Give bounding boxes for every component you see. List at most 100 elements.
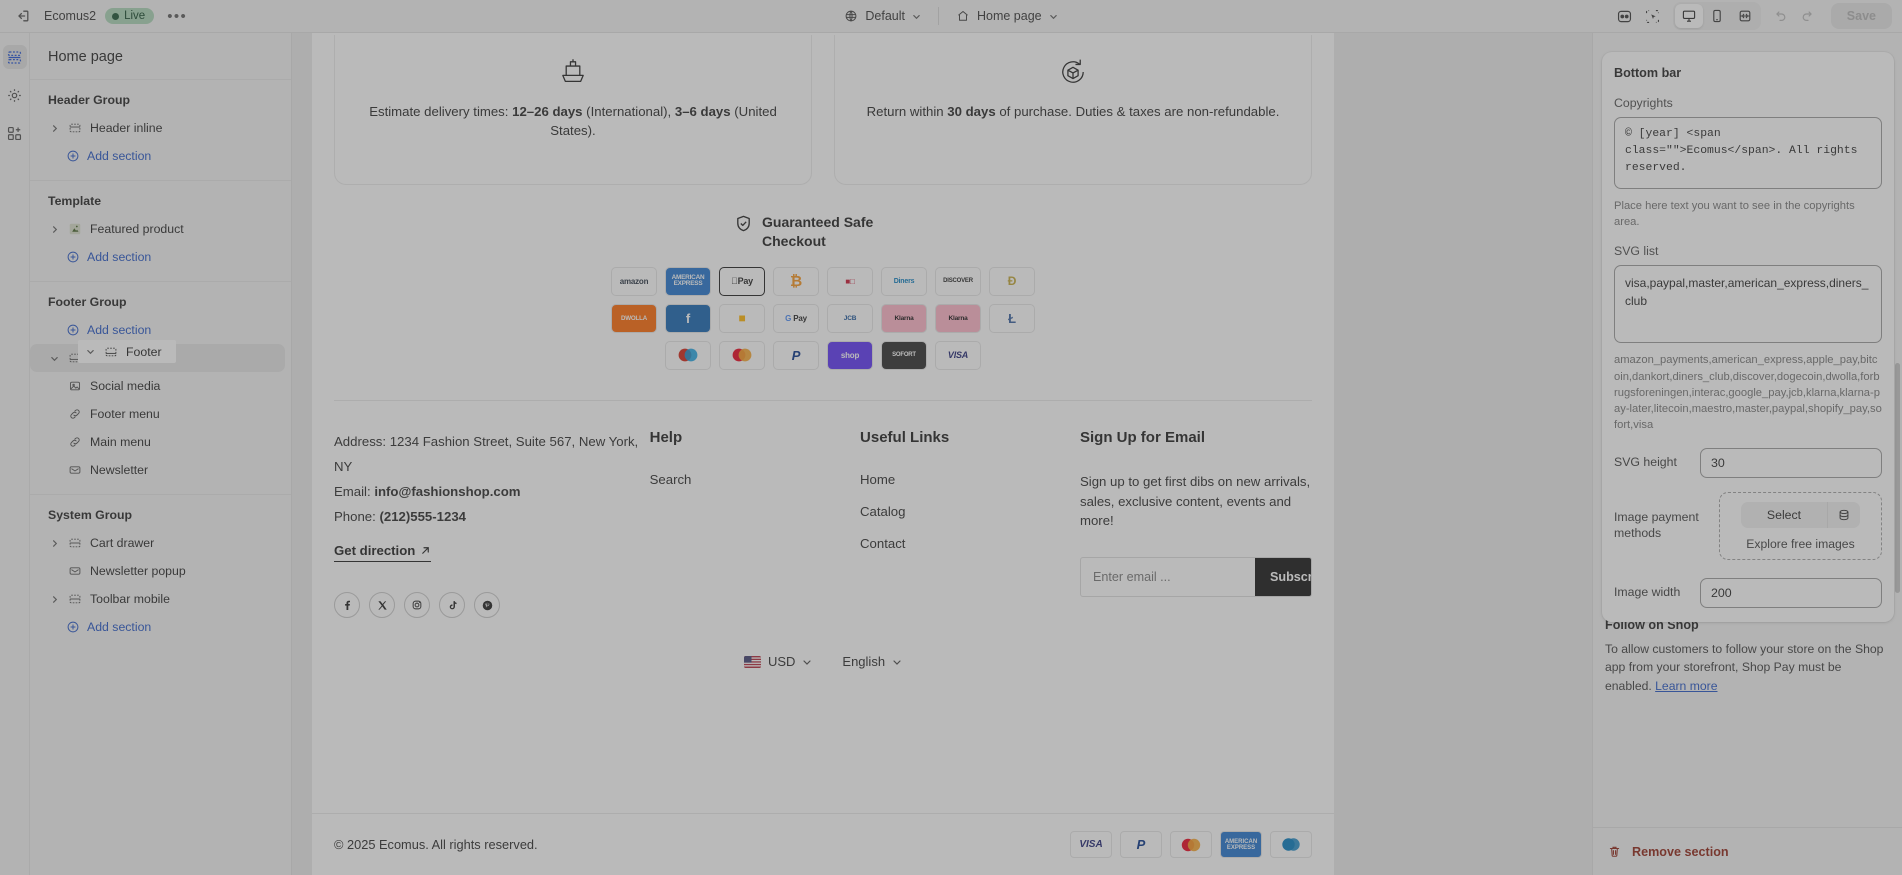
sidebar-item-main-menu[interactable]: Main menu xyxy=(30,428,285,456)
sections-icon[interactable] xyxy=(2,45,27,69)
chevron-down-icon[interactable] xyxy=(48,354,60,363)
payment-google-pay: G Pay xyxy=(773,303,819,333)
plus-circle-icon xyxy=(66,250,80,264)
shield-icon xyxy=(734,214,753,233)
desktop-icon[interactable] xyxy=(1674,4,1703,28)
add-section-label: Add section xyxy=(87,149,152,163)
policy-card-shipping: Estimate delivery times: 12–26 days (Int… xyxy=(334,35,812,185)
learn-more-link[interactable]: Learn more xyxy=(1655,679,1717,693)
select-image-button[interactable]: Select xyxy=(1740,501,1828,528)
sidebar-item-label: Cart drawer xyxy=(90,536,155,550)
payment-maestro xyxy=(665,340,711,370)
topbar-divider xyxy=(937,7,939,25)
ship-icon xyxy=(361,55,785,89)
add-section-button-header[interactable]: Add section xyxy=(30,142,291,170)
language-label: English xyxy=(842,654,886,670)
undo-icon[interactable] xyxy=(1768,4,1793,29)
panel-scrollbar[interactable] xyxy=(1895,363,1900,593)
footer-col-title: Help xyxy=(649,428,683,446)
storefront-bottom-bar: © 2025 Ecomus. All rights reserved. VISA… xyxy=(312,813,1334,875)
image-dropzone[interactable]: Select Explore free images xyxy=(1719,491,1882,560)
copyrights-textarea[interactable] xyxy=(1614,117,1882,189)
page-selector[interactable]: Home page xyxy=(947,5,1067,27)
sidebar-item-cart-drawer[interactable]: Cart drawer xyxy=(30,529,285,557)
chevron-right-icon[interactable] xyxy=(48,124,60,133)
fullscreen-icon[interactable] xyxy=(1731,4,1759,28)
follow-on-shop-text: To allow customers to follow your store … xyxy=(1605,642,1884,693)
svg-list-help: amazon_payments,american_express,apple_p… xyxy=(1614,354,1882,432)
payment-visa: VISA xyxy=(1070,831,1112,858)
redo-icon[interactable] xyxy=(1796,4,1821,29)
sidebar-item-featured-product[interactable]: Featured product xyxy=(30,215,285,243)
payment-paypal: P xyxy=(773,340,819,370)
device-toggle-group xyxy=(1672,2,1761,30)
svg-list-textarea[interactable] xyxy=(1614,265,1882,344)
footer-link-catalog[interactable]: Catalog xyxy=(860,504,1080,519)
sidebar-group-footer: Footer Group Add section Footer xyxy=(30,282,291,495)
newsletter-form: Subscribe xyxy=(1079,557,1312,598)
section-icon xyxy=(67,591,83,607)
apps-icon[interactable] xyxy=(3,121,27,145)
add-section-button-system[interactable]: Add section xyxy=(30,613,291,641)
footer-link-home[interactable]: Home xyxy=(860,472,1080,487)
storefront-canvas: Estimate delivery times: 12–26 days (Int… xyxy=(312,33,1334,875)
payment-amex: AMERICAN EXPRESS xyxy=(1220,831,1262,858)
link-icon xyxy=(67,406,83,422)
trash-icon xyxy=(1607,844,1622,859)
footer-phone: Phone: (212)555-1234 xyxy=(334,509,466,525)
currency-selector[interactable]: USD xyxy=(743,654,812,670)
us-flag-icon xyxy=(743,655,761,668)
remove-section-label: Remove section xyxy=(1632,844,1729,859)
x-icon[interactable] xyxy=(369,592,395,619)
explore-free-images-link[interactable]: Explore free images xyxy=(1729,537,1872,551)
dropzone-buttons: Select xyxy=(1729,501,1872,528)
chevron-right-icon[interactable] xyxy=(48,595,60,604)
chevron-right-icon[interactable] xyxy=(48,539,60,548)
plus-circle-icon xyxy=(66,620,80,634)
add-section-button-template[interactable]: Add section xyxy=(30,243,291,271)
mobile-icon[interactable] xyxy=(1703,4,1731,28)
safe-checkout-heading: Guaranteed Safe Checkout xyxy=(312,213,1334,251)
footer-columns: Address: 1234 Fashion Street, Suite 567,… xyxy=(312,401,1334,619)
group-title: Template xyxy=(48,194,102,208)
facebook-icon[interactable] xyxy=(334,592,360,619)
pinterest-icon[interactable] xyxy=(474,592,500,619)
sidebar-item-social-media[interactable]: Social media xyxy=(30,372,285,400)
sidebar-item-newsletter[interactable]: Newsletter xyxy=(30,456,285,484)
image-width-input[interactable] xyxy=(1700,577,1882,608)
chevron-down-icon[interactable] xyxy=(84,347,96,356)
footer-link-contact[interactable]: Contact xyxy=(860,536,1080,551)
tiktok-icon[interactable] xyxy=(439,592,465,619)
chevron-right-icon[interactable] xyxy=(48,225,60,234)
payment-mastercard xyxy=(719,340,765,370)
instagram-icon[interactable] xyxy=(404,592,430,619)
subscribe-button[interactable]: Subscribe xyxy=(1254,558,1311,597)
sidebar-item-header-inline[interactable]: Header inline xyxy=(30,114,285,142)
sidebar-item-footer-highlight[interactable]: Footer xyxy=(78,340,176,363)
sidebar-item-footer-menu[interactable]: Footer menu xyxy=(30,400,285,428)
bottom-payment-icons: VISA P AMERICAN EXPRESS xyxy=(1070,831,1312,858)
select-pointer-icon[interactable] xyxy=(1640,4,1665,29)
email-input[interactable] xyxy=(1092,570,1255,585)
footer-col-help: Help Search xyxy=(650,429,860,618)
social-links xyxy=(334,592,650,619)
theme-selector[interactable]: Default xyxy=(835,5,930,27)
svg-height-input[interactable] xyxy=(1700,447,1882,478)
payment-amex: AMERICAN EXPRESS xyxy=(665,266,711,296)
sidebar-group-system: System Group Cart drawer Newsletter popu… xyxy=(30,495,291,651)
get-direction-link[interactable]: Get direction xyxy=(334,543,432,563)
remove-section-row[interactable]: Remove section xyxy=(1593,827,1902,875)
footer-link-search[interactable]: Search xyxy=(650,472,860,487)
currency-label: USD xyxy=(767,654,796,670)
left-rail xyxy=(0,33,30,875)
payment-row: amazon AMERICANEXPRESS Pay ₿ ■□ Diners … xyxy=(611,266,1035,296)
inspector-icon[interactable] xyxy=(1612,4,1637,29)
sidebar-item-toolbar-mobile[interactable]: Toolbar mobile xyxy=(30,585,285,613)
footer-col-useful: Useful Links Home Catalog Contact xyxy=(860,429,1080,618)
library-icon[interactable] xyxy=(1827,501,1861,528)
gear-icon[interactable] xyxy=(3,83,27,107)
page-title: Home page xyxy=(30,33,291,80)
save-button[interactable]: Save xyxy=(1830,3,1892,29)
language-selector[interactable]: English xyxy=(842,654,902,669)
sidebar-item-newsletter-popup[interactable]: Newsletter popup xyxy=(30,557,285,585)
